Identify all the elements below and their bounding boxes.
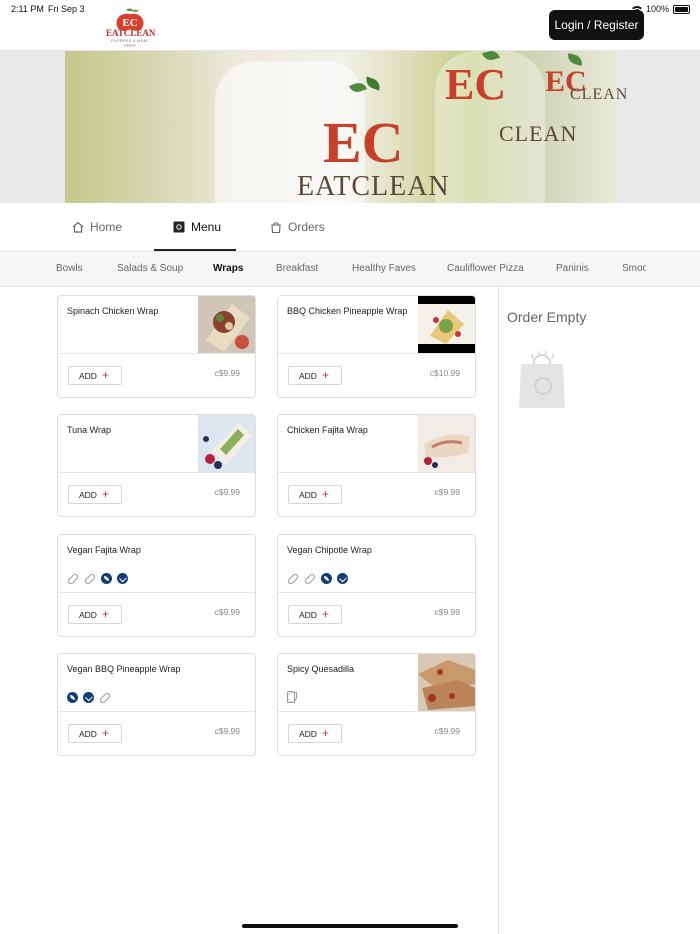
nav-menu[interactable]: Menu <box>173 203 221 251</box>
gluten-free-icon <box>98 691 112 704</box>
add-button[interactable]: ADD + <box>288 485 342 504</box>
hero-wordmark-3: CLEAN <box>570 86 629 103</box>
hero-logo-large: EC <box>323 110 404 175</box>
bottle-icon <box>287 691 295 703</box>
nav-orders-label: Orders <box>288 220 325 234</box>
category-tab-salads-soup[interactable]: Salads & Soup <box>117 252 183 286</box>
brand-name: EATCLEAN <box>106 28 156 38</box>
category-tabs: Bowls Salads & Soup Wraps Breakfast Heal… <box>0 252 700 287</box>
product-price: c$9.99 <box>214 487 240 497</box>
plus-icon: + <box>322 368 330 382</box>
add-button[interactable]: ADD + <box>68 485 122 504</box>
plus-icon: + <box>102 368 110 382</box>
vegan-leaf-icon <box>67 692 78 703</box>
product-price: c$10.99 <box>429 368 460 378</box>
product-card[interactable]: Spinach Chicken Wrap ADD + c$9.99 <box>57 295 256 398</box>
hero-wordmark-2: CLEAN <box>499 121 578 146</box>
home-icon <box>72 221 84 233</box>
menu-book-icon <box>173 221 185 233</box>
brand-tagline: EXPRESS & MEAL PREP <box>111 38 149 48</box>
product-name: Spicy Quesadilla <box>287 664 355 674</box>
product-card[interactable]: Chicken Fajita Wrap ADD + c$9.99 <box>277 414 476 517</box>
category-tab-cauliflower-pizza[interactable]: Cauliflower Pizza <box>447 252 524 286</box>
gluten-free-icon <box>286 572 300 585</box>
product-name: Vegan BBQ Pineapple Wrap <box>67 664 181 674</box>
shopping-bag-icon <box>271 222 281 233</box>
add-button[interactable]: ADD + <box>288 366 342 385</box>
product-price: c$9.99 <box>434 726 460 736</box>
product-name: BBQ Chicken Pineapple Wrap <box>287 306 408 316</box>
product-price: c$9.99 <box>214 726 240 736</box>
plus-icon: + <box>322 726 330 740</box>
product-card[interactable]: Vegan Chipotle Wrap ADD + c$9.99 <box>277 534 476 637</box>
product-image <box>418 296 475 353</box>
plus-icon: + <box>322 607 330 621</box>
diet-tags <box>66 572 128 585</box>
dairy-free-icon <box>303 572 317 585</box>
plus-icon: + <box>102 487 110 501</box>
category-tab-wraps[interactable]: Wraps <box>213 252 243 286</box>
category-tab-breakfast[interactable]: Breakfast <box>276 252 318 286</box>
diet-tags <box>287 691 297 703</box>
gluten-free-icon <box>66 572 80 585</box>
vegan-leaf-icon <box>321 573 332 584</box>
plus-icon: + <box>322 487 330 501</box>
product-card[interactable]: Vegan Fajita Wrap ADD + c$9.99 <box>57 534 256 637</box>
product-card[interactable]: BBQ Chicken Pineapple Wrap ADD + c$10.99 <box>277 295 476 398</box>
product-name: Spinach Chicken Wrap <box>67 306 159 316</box>
vegan-check-icon <box>117 573 128 584</box>
diet-tags <box>286 572 348 585</box>
home-indicator <box>242 924 458 928</box>
product-name: Vegan Fajita Wrap <box>67 545 141 555</box>
category-tab-smoothies[interactable]: Smoo <box>622 252 646 286</box>
add-button[interactable]: ADD + <box>288 724 342 743</box>
product-name: Tuna Wrap <box>67 425 112 435</box>
product-card[interactable]: Tuna Wrap ADD + c$9.99 <box>57 414 256 517</box>
product-image <box>198 415 255 472</box>
main-nav: Home Menu Orders <box>0 203 700 252</box>
product-price: c$9.99 <box>434 607 460 617</box>
nav-home-label: Home <box>90 220 123 234</box>
nav-home[interactable]: Home <box>72 203 122 251</box>
hero-wordmark: EATCLEAN <box>297 171 450 202</box>
category-tab-paninis[interactable]: Paninis <box>556 252 589 286</box>
plus-icon: + <box>102 607 110 621</box>
product-image <box>418 415 475 472</box>
add-button[interactable]: ADD + <box>68 605 122 624</box>
add-button[interactable]: ADD + <box>68 366 122 385</box>
product-card[interactable]: Spicy Quesadilla ADD + c$9.99 <box>277 653 476 756</box>
category-tab-bowls[interactable]: Bowls <box>56 252 83 286</box>
product-price: c$9.99 <box>214 607 240 617</box>
add-button[interactable]: ADD + <box>68 724 122 743</box>
nav-active-indicator <box>154 249 236 251</box>
plus-icon: + <box>102 726 110 740</box>
add-button[interactable]: ADD + <box>288 605 342 624</box>
product-card[interactable]: Vegan BBQ Pineapple Wrap ADD + c$9.99 <box>57 653 256 756</box>
product-price: c$9.99 <box>214 368 240 378</box>
vegan-check-icon <box>83 692 94 703</box>
empty-bag-icon <box>519 351 565 408</box>
app-header: EC EATCLEAN EXPRESS & MEAL PREP Login / … <box>0 0 700 51</box>
panel-divider <box>498 286 499 934</box>
order-empty-title: Order Empty <box>507 309 587 325</box>
nav-orders[interactable]: Orders <box>270 203 325 251</box>
hero-image: EC EC EC EATCLEAN CLEAN CLEAN <box>65 51 627 203</box>
nav-menu-label: Menu <box>191 220 222 234</box>
product-name: Chicken Fajita Wrap <box>287 425 368 435</box>
product-image <box>418 654 475 711</box>
category-tab-healthy-faves[interactable]: Healthy Faves <box>352 252 416 286</box>
product-price: c$9.99 <box>434 487 460 497</box>
dairy-free-icon <box>83 572 97 585</box>
diet-tags <box>67 691 112 704</box>
product-name: Vegan Chipotle Wrap <box>287 545 372 555</box>
login-register-button[interactable]: Login / Register <box>549 10 644 40</box>
hero-banner: EC EC EC EATCLEAN CLEAN CLEAN <box>0 51 700 203</box>
product-image <box>198 296 255 353</box>
vegan-leaf-icon <box>101 573 112 584</box>
vegan-check-icon <box>337 573 348 584</box>
hero-logo-mid: EC <box>445 60 507 109</box>
